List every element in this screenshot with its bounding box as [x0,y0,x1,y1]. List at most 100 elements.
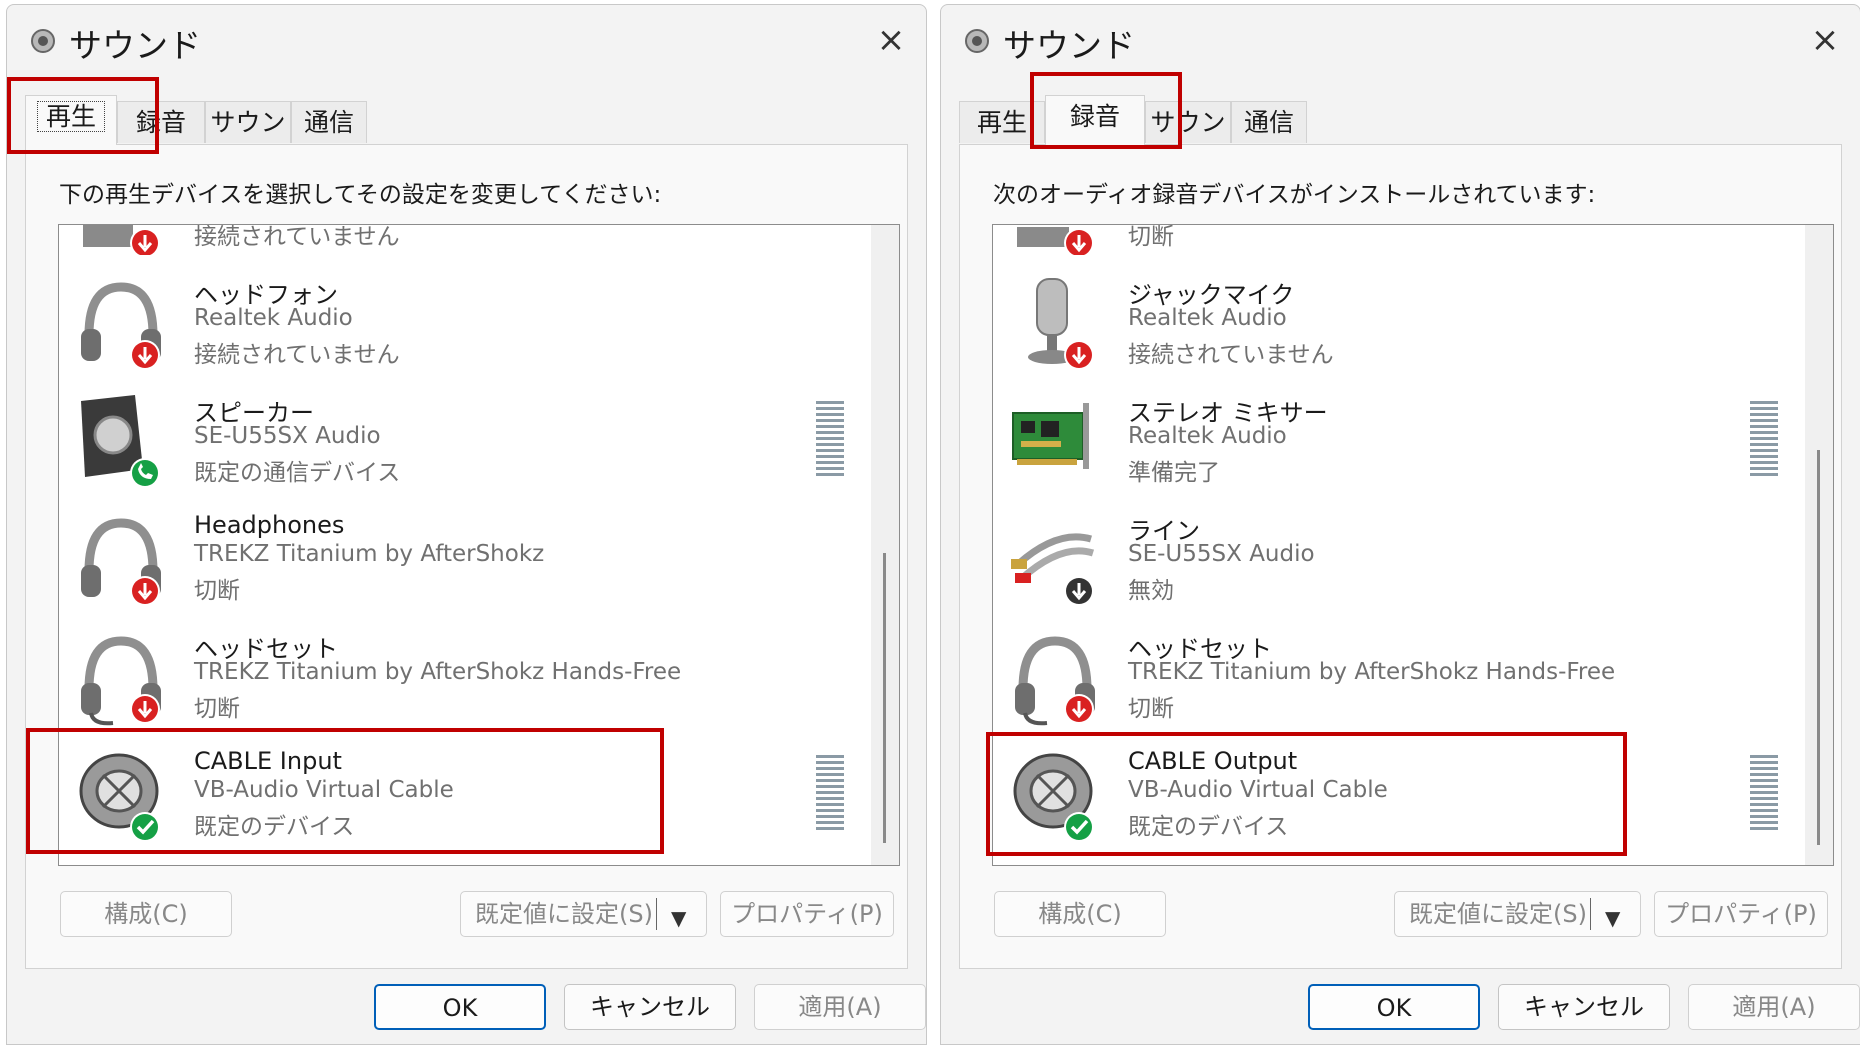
title-bar: サウンド × [941,5,1860,75]
device-name: CABLE Input [194,747,342,775]
list-item[interactable]: ライン SE-U55SX Audio 無効 [993,501,1813,619]
tab-communications[interactable]: 通信 [1231,101,1307,143]
scrollbar-thumb[interactable] [883,553,886,843]
volume-meter [816,401,844,479]
list-item[interactable]: スピーカー SE-U55SX Audio 既定の通信デバイス [59,383,879,501]
device-status: 切断 [194,578,240,604]
tab-bar: 再生 録音 サウンド 通信 [959,95,1839,179]
ok-button[interactable]: OK [374,984,546,1030]
list-item[interactable]: ヘッドセット TREKZ Titanium by AfterShokz Hand… [993,619,1813,737]
close-button[interactable]: × [866,17,916,63]
chevron-down-icon[interactable]: ▼ [1605,896,1620,940]
device-driver: SE-U55SX Audio [1128,541,1315,567]
properties-button[interactable]: プロパティ(P) [1654,891,1828,937]
set-default-label: 既定値に設定(S) [1409,900,1587,928]
headphones-icon [81,282,161,370]
device-status: 無効 [1128,578,1174,604]
device-status: 既定の通信デバイス [194,460,401,486]
device-status: 既定のデバイス [1128,814,1289,840]
device-status: 接続されていません [194,342,400,368]
speaker-icon [81,395,160,488]
split-divider [656,898,657,930]
microphone-icon [1028,278,1094,370]
device-status: 切断 [1128,696,1174,722]
properties-button[interactable]: プロパティ(P) [720,891,894,937]
apply-button[interactable]: 適用(A) [1688,984,1860,1030]
device-name: Headphones [194,511,345,539]
scrollbar[interactable] [1805,225,1833,865]
configure-button[interactable]: 構成(C) [60,891,232,937]
cancel-button[interactable]: キャンセル [564,984,736,1030]
volume-meter [1750,755,1778,833]
device-status: 切断 [194,696,240,722]
speaker-app-icon [31,29,55,53]
list-item[interactable]: ジャックマイク Realtek Audio 接続されていません [993,265,1813,383]
tab-recording[interactable]: 録音 [117,101,205,143]
tab-sounds[interactable]: サウンド [1145,101,1231,179]
split-divider [1590,898,1591,930]
device-list[interactable]: 接続されていません ヘッドフォン Realtek Audio 接続されていません [58,224,900,866]
cable-icon [1013,753,1094,842]
cancel-button[interactable]: キャンセル [1498,984,1670,1030]
tab-communications[interactable]: 通信 [291,101,367,143]
list-item[interactable]: 切断 [993,224,1813,265]
cable-icon [79,753,160,842]
scrollbar-thumb[interactable] [1817,450,1820,845]
headset-icon [1015,636,1095,726]
window-title: サウンド [69,26,201,65]
device-status: 切断 [1128,224,1174,250]
rca-cable-icon [1011,533,1095,606]
tab-playback[interactable]: 再生 [959,101,1045,143]
device-list[interactable]: 切断 ジャックマイク Realtek Audio 接続されていません ステレオ … [992,224,1834,866]
device-driver: Realtek Audio [194,305,353,331]
device-driver: VB-Audio Virtual Cable [194,777,454,803]
device-driver: TREKZ Titanium by AfterShokz Hands-Free [194,659,682,685]
device-name: CABLE Output [1128,747,1298,775]
device-driver: SE-U55SX Audio [194,423,381,449]
speaker-app-icon [965,29,989,53]
list-item[interactable]: Headphones TREKZ Titanium by AfterShokz … [59,501,879,619]
configure-button[interactable]: 構成(C) [994,891,1166,937]
list-item[interactable]: ヘッドセット TREKZ Titanium by AfterShokz Hand… [59,619,879,737]
sound-dialog-playback: サウンド × 再生 録音 サウンド 通信 下の再生デバイスを選択してその設定を変… [6,4,927,1045]
instruction-text: 次のオーディオ録音デバイスがインストールされています: [993,182,1596,208]
volume-meter [816,755,844,833]
headset-icon [81,636,161,726]
list-item[interactable]: ステレオ ミキサー Realtek Audio 準備完了 [993,383,1813,501]
dialog-separator [929,0,938,1045]
list-item[interactable]: ヘッドフォン Realtek Audio 接続されていません [59,265,879,383]
device-status: 準備完了 [1128,460,1220,486]
headphones-icon [81,518,161,606]
list-item[interactable]: CABLE Output VB-Audio Virtual Cable 既定のデ… [993,737,1813,855]
tab-bar: 再生 録音 サウンド 通信 [25,95,905,179]
tab-sounds[interactable]: サウンド [205,101,291,179]
device-status: 接続されていません [1128,342,1334,368]
list-item[interactable]: CABLE Input VB-Audio Virtual Cable 既定のデバ… [59,737,879,855]
tab-playback[interactable]: 再生 [25,95,117,145]
set-default-button[interactable]: 既定値に設定(S) ▼ [1394,891,1641,937]
mic-partial-icon [1017,227,1094,255]
set-default-label: 既定値に設定(S) [475,900,653,928]
speaker-partial-icon [83,225,160,255]
apply-button[interactable]: 適用(A) [754,984,926,1030]
device-driver: TREKZ Titanium by AfterShokz Hands-Free [1128,659,1616,685]
device-status: 接続されていません [194,224,400,250]
device-driver: Realtek Audio [1128,305,1287,331]
ok-button[interactable]: OK [1308,984,1480,1030]
device-driver: TREKZ Titanium by AfterShokz [194,541,545,567]
scrollbar[interactable] [871,225,899,865]
sound-dialog-recording: サウンド × 再生 録音 サウンド 通信 次のオーディオ録音デバイスがインストー… [940,4,1860,1045]
device-status: 既定のデバイス [194,814,355,840]
volume-meter [1750,401,1778,479]
close-button[interactable]: × [1800,17,1850,63]
list-item[interactable]: 接続されていません [59,224,879,265]
tab-recording[interactable]: 録音 [1045,95,1145,145]
window-title: サウンド [1003,26,1135,65]
chevron-down-icon[interactable]: ▼ [671,896,686,940]
device-driver: Realtek Audio [1128,423,1287,449]
title-bar: サウンド × [7,5,926,75]
device-driver: VB-Audio Virtual Cable [1128,777,1388,803]
instruction-text: 下の再生デバイスを選択してその設定を変更してください: [59,182,662,208]
set-default-button[interactable]: 既定値に設定(S) ▼ [460,891,707,937]
sound-card-icon [1012,403,1089,469]
